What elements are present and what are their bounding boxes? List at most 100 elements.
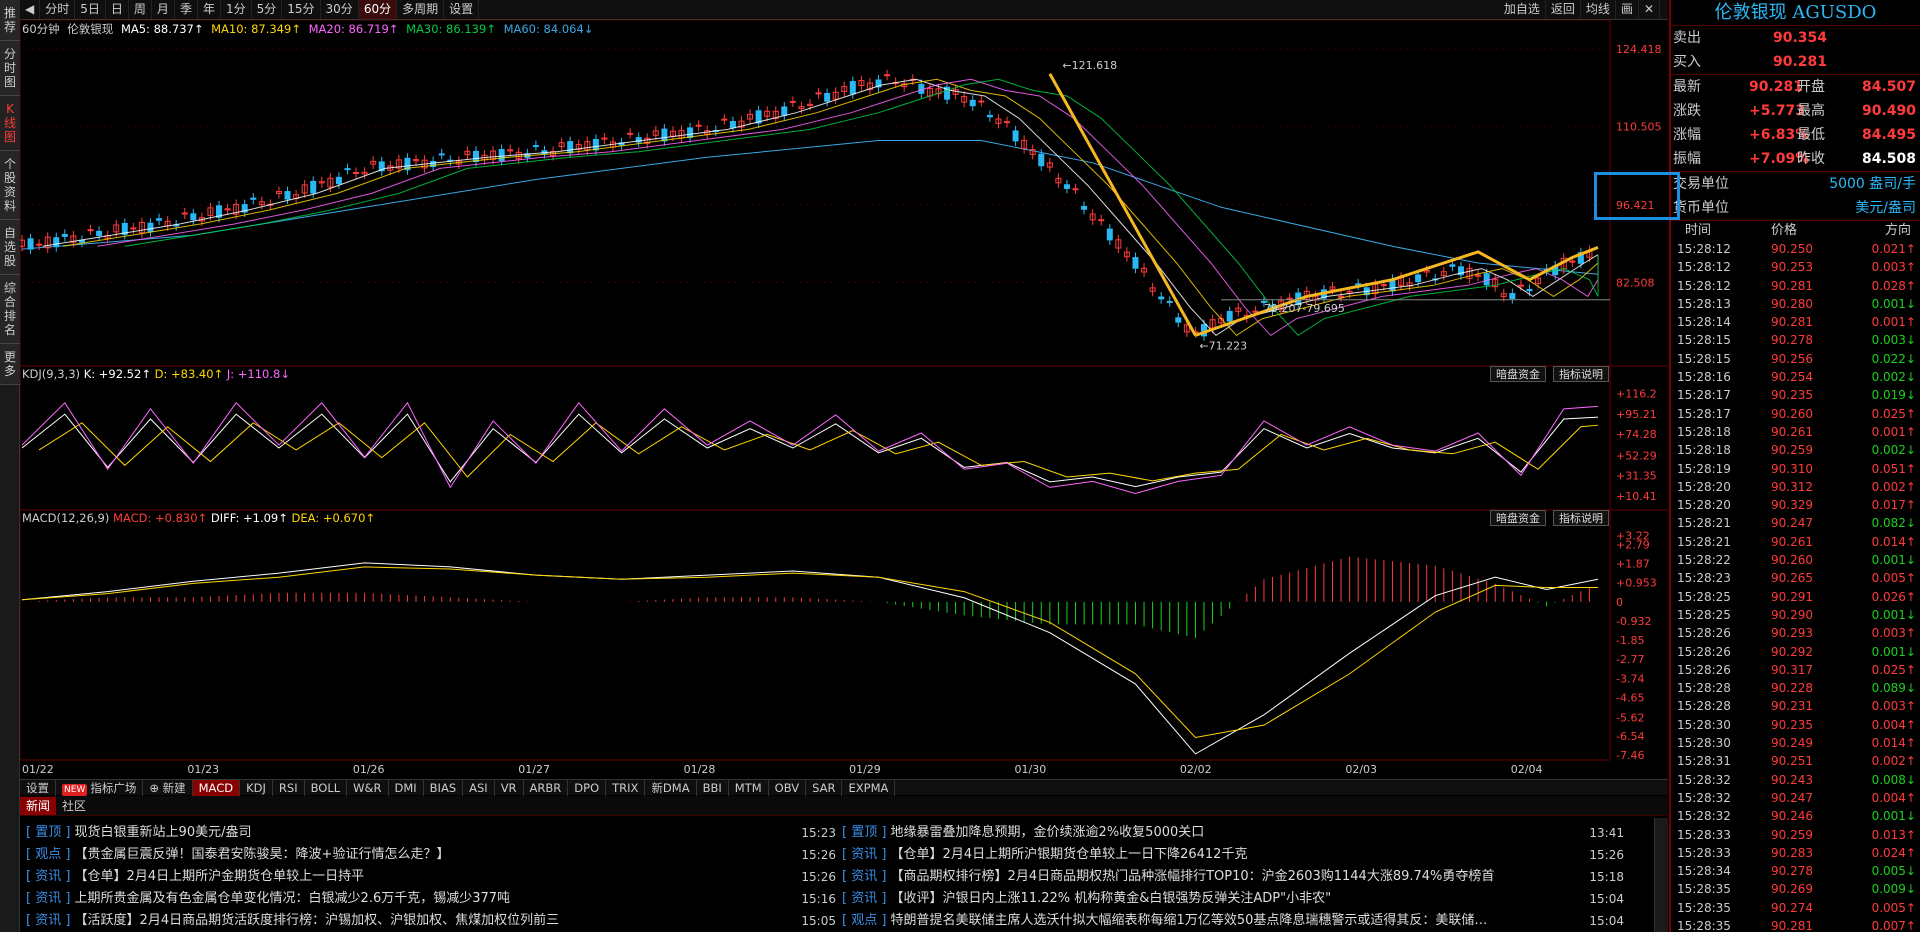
period-11-button[interactable]: 60分: [358, 0, 398, 19]
tick-row: 15:28:26 90.293 0.003↑: [1671, 624, 1920, 642]
kdj-dark-fund-button[interactable]: 暗盘资金: [1490, 366, 1546, 382]
tick-direction: 0.013↑: [1871, 827, 1916, 842]
macd-dark-fund-button[interactable]: 暗盘资金: [1490, 510, 1546, 526]
tick-row: 15:28:13 90.280 0.001↓: [1671, 295, 1920, 313]
candle-body: [1449, 264, 1456, 267]
period-2-button[interactable]: 日: [106, 0, 129, 19]
indicator-square-tab[interactable]: NEW 指标广场: [56, 779, 144, 796]
indicator-tab-14[interactable]: MTM: [729, 779, 769, 796]
period-13-button[interactable]: 设置: [444, 0, 480, 19]
range-annotation: 79.207-79.695: [1264, 302, 1345, 315]
period-6-button[interactable]: 年: [198, 0, 221, 19]
left-tab-0[interactable]: 推荐: [0, 0, 20, 41]
right-news-tag-2: [ 资讯 ]: [842, 869, 887, 884]
tick-time: 15:28:20: [1677, 498, 1731, 513]
tick-row: 15:28:17 90.235 0.019↓: [1671, 386, 1920, 404]
tick-row: 15:28:16 90.254 0.002↓: [1671, 368, 1920, 386]
tick-direction: 0.005↓: [1871, 864, 1916, 879]
right-news-time-0: 13:41: [1589, 826, 1624, 840]
toolbar-right-1-button[interactable]: 返回: [1546, 0, 1581, 19]
prev-arrow-icon[interactable]: ◀: [20, 0, 41, 19]
tick-price: 90.250: [1771, 242, 1813, 256]
left-news-time-2: 15:26: [801, 870, 836, 884]
right-news-item-3[interactable]: [ 资讯 ] 【收评】沪银日内上涨11.22% 机构称黄金&白银强势反弹关注AD…: [842, 888, 1624, 910]
indicator-tab-13[interactable]: BBI: [697, 779, 729, 796]
tick-direction: 0.004↑: [1871, 717, 1916, 732]
indicator-tab-3[interactable]: BOLL: [305, 779, 348, 796]
tick-direction: 0.001↓: [1871, 644, 1916, 659]
left-news-item-3[interactable]: [ 资讯 ] 上期所贵金属及有色金属仓单变化情况：白银减少2.6万千克，锡减少3…: [26, 888, 836, 910]
indicator-tab-1[interactable]: KDJ: [240, 779, 273, 796]
period-9-button[interactable]: 15分: [282, 0, 321, 19]
period-0-button[interactable]: 分时: [40, 0, 76, 19]
left-tab-4[interactable]: 自选股: [0, 220, 20, 275]
left-tab-6[interactable]: 更多: [0, 344, 20, 385]
period-5-button[interactable]: 季: [175, 0, 198, 19]
tab-community[interactable]: 社区: [56, 797, 92, 815]
toolbar-right-4-button[interactable]: ✕: [1639, 0, 1660, 19]
left-tab-3[interactable]: 个股资料: [0, 151, 20, 220]
left-tab-2[interactable]: K线图: [0, 96, 20, 151]
right-news-item-4[interactable]: [ 观点 ] 特朗普提名美联储主席人选沃什拟大幅缩表称每缩1万亿等效50基点降息…: [842, 910, 1624, 932]
period-1-button[interactable]: 5日: [75, 0, 106, 19]
left-news-item-2[interactable]: [ 资讯 ] 【仓单】2月4日上期所沪金期货仓单较上一日持平 15:26: [26, 866, 836, 888]
period-4-button[interactable]: 月: [152, 0, 175, 19]
right-news-item-2[interactable]: [ 资讯 ] 【商品期权排行榜】2月4日商品期权热门品种涨幅排行TOP10：沪金…: [842, 866, 1624, 888]
tick-time: 15:28:28: [1677, 699, 1731, 714]
buy-price: 90.281: [1773, 54, 1828, 70]
indicator-tab-7[interactable]: ASI: [463, 779, 495, 796]
tick-price: 90.310: [1771, 461, 1813, 476]
kline-chart[interactable]: 124.418110.50596.42182.508←121.618←71.22…: [20, 20, 1668, 778]
chart-frame: [20, 20, 1611, 761]
kdj-info-row: KDJ(9,3,3) K: +92.52↑ D: +83.40↑ J: +110…: [22, 367, 290, 381]
unit-value: 5000 盎司/手: [1829, 176, 1916, 192]
period-12-button[interactable]: 多周期: [397, 0, 445, 19]
tick-price: 90.260: [1771, 406, 1813, 421]
period-3-button[interactable]: 周: [129, 0, 152, 19]
currency-row: 货币单位 美元/盎司: [1671, 196, 1920, 220]
indicator-tab-2[interactable]: RSI: [273, 779, 305, 796]
new-indicator-button[interactable]: ⊕ 新建: [143, 779, 193, 796]
indicator-tab-12[interactable]: 新DMA: [645, 779, 697, 796]
tab-news[interactable]: 新闻: [20, 796, 57, 815]
indicator-tab-4[interactable]: W&R: [347, 779, 389, 796]
left-news-item-0[interactable]: [ 置顶 ] 现货白银重新站上90美元/盎司 15:23: [26, 822, 836, 844]
macd-axis-label: -1.85: [1616, 634, 1644, 647]
macd-axis-label: +0.953: [1616, 576, 1657, 589]
toolbar-right-3-button[interactable]: 画: [1616, 0, 1639, 19]
indicator-tab-10[interactable]: DPO: [568, 779, 607, 796]
kdj-help-button[interactable]: 指标说明: [1553, 366, 1609, 382]
toolbar-right-2-button[interactable]: 均线: [1581, 0, 1616, 19]
indicator-tab-9[interactable]: ARBR: [524, 779, 569, 796]
tick-time: 15:28:32: [1677, 809, 1731, 824]
macd-help-button[interactable]: 指标说明: [1553, 510, 1609, 526]
period-10-button[interactable]: 30分: [321, 0, 359, 19]
indicator-tab-11[interactable]: TRIX: [606, 779, 646, 796]
candle-body: [1166, 300, 1173, 303]
indicator-tab-0[interactable]: MACD: [192, 779, 241, 796]
indicator-tab-5[interactable]: DMI: [389, 779, 424, 796]
left-tab-1[interactable]: 分时图: [0, 41, 20, 96]
indicator-tab-17[interactable]: EXPMA: [842, 779, 896, 796]
indicator-tab-16[interactable]: SAR: [806, 779, 843, 796]
tick-direction: 0.003↑: [1871, 699, 1916, 714]
toolbar-right-0-button[interactable]: 加自选: [1499, 0, 1546, 19]
candle-body: [1569, 260, 1576, 263]
period-8-button[interactable]: 5分: [252, 0, 283, 19]
tick-row: 15:28:23 90.265 0.005↑: [1671, 569, 1920, 587]
unit-label: 交易单位: [1673, 176, 1729, 192]
indicator-tab-8[interactable]: VR: [495, 779, 524, 796]
indicator-tab-15[interactable]: OBV: [769, 779, 807, 796]
settings-tab[interactable]: 设置: [20, 779, 56, 796]
news-scrollbar[interactable]: [1654, 818, 1668, 932]
tick-row: 15:28:25 90.290 0.001↓: [1671, 606, 1920, 624]
right-news-item-1[interactable]: [ 资讯 ] 【仓单】2月4日上期所沪银期货仓单较上一日下降26412千克 15:…: [842, 844, 1624, 866]
period-7-button[interactable]: 1分: [221, 0, 252, 19]
left-tab-5[interactable]: 综合排名: [0, 275, 20, 344]
left-news-item-4[interactable]: [ 资讯 ] 【活跃度】2月4日商品期货活跃度排行榜：沪锡加权、沪银加权、焦煤加…: [26, 910, 836, 932]
tick-direction: 0.003↓: [1871, 333, 1916, 348]
right-news-item-0[interactable]: [ 置顶 ] 地缘暴雷叠加降息预期，金价续涨逾2%收复5000关口 13:41: [842, 822, 1624, 844]
indicator-tab-6[interactable]: BIAS: [424, 779, 464, 796]
left-news-item-1[interactable]: [ 观点 ] 【贵金属巨震反弹！国泰君安陈骏昊：降波+验证行情怎么走？】 15:2…: [26, 844, 836, 866]
unit-row: 交易单位 5000 盎司/手: [1671, 172, 1920, 196]
